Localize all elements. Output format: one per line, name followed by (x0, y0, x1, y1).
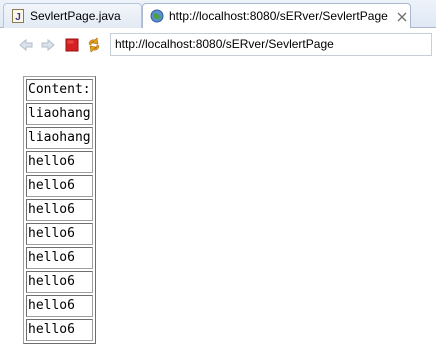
table-row: hello6 (26, 271, 93, 293)
table-row: hello6 (26, 295, 93, 317)
browser-window: J SevlertPage.java http://localhost:8080… (0, 0, 436, 359)
table-cell: hello6 (26, 175, 93, 197)
close-icon[interactable] (397, 11, 407, 22)
forward-arrow-icon[interactable] (40, 37, 56, 53)
table-cell: liaohang (26, 103, 93, 125)
table-cell: liaohang (26, 127, 93, 149)
globe-icon (150, 9, 164, 23)
tab-java-file[interactable]: J SevlertPage.java (3, 3, 142, 28)
tab-browser-page[interactable]: http://localhost:8080/sERver/SevlertPage (142, 3, 411, 29)
table-row: hello6 (26, 319, 93, 341)
table-cell: hello6 (26, 295, 93, 317)
tab-bar: J SevlertPage.java http://localhost:8080… (0, 0, 436, 29)
tab-label: SevlertPage.java (30, 9, 121, 23)
table-cell: Content: (26, 79, 93, 101)
table-cell: hello6 (26, 319, 93, 341)
table-row: liaohang (26, 103, 93, 125)
table-row: hello6 (26, 175, 93, 197)
svg-text:J: J (15, 12, 21, 23)
stop-icon[interactable] (64, 37, 80, 53)
page-content: Content: liaohang liaohang hello6 hello6… (0, 62, 436, 359)
tab-label: http://localhost:8080/sERver/SevlertPage (169, 9, 388, 23)
table-row: hello6 (26, 199, 93, 221)
table-cell: hello6 (26, 271, 93, 293)
url-input[interactable]: http://localhost:8080/sERver/SevlertPage (110, 33, 432, 56)
table-row: Content: (26, 79, 93, 101)
refresh-icon[interactable] (86, 37, 102, 53)
table-cell: hello6 (26, 151, 93, 173)
java-file-icon: J (11, 9, 25, 23)
table-row: liaohang (26, 127, 93, 149)
table-row: hello6 (26, 151, 93, 173)
table-cell: hello6 (26, 199, 93, 221)
table-row: hello6 (26, 223, 93, 245)
content-table: Content: liaohang liaohang hello6 hello6… (23, 76, 96, 344)
table-cell: hello6 (26, 223, 93, 245)
table-row: hello6 (26, 247, 93, 269)
address-toolbar: http://localhost:8080/sERver/SevlertPage (0, 28, 436, 62)
table-cell: hello6 (26, 247, 93, 269)
back-arrow-icon[interactable] (18, 37, 34, 53)
